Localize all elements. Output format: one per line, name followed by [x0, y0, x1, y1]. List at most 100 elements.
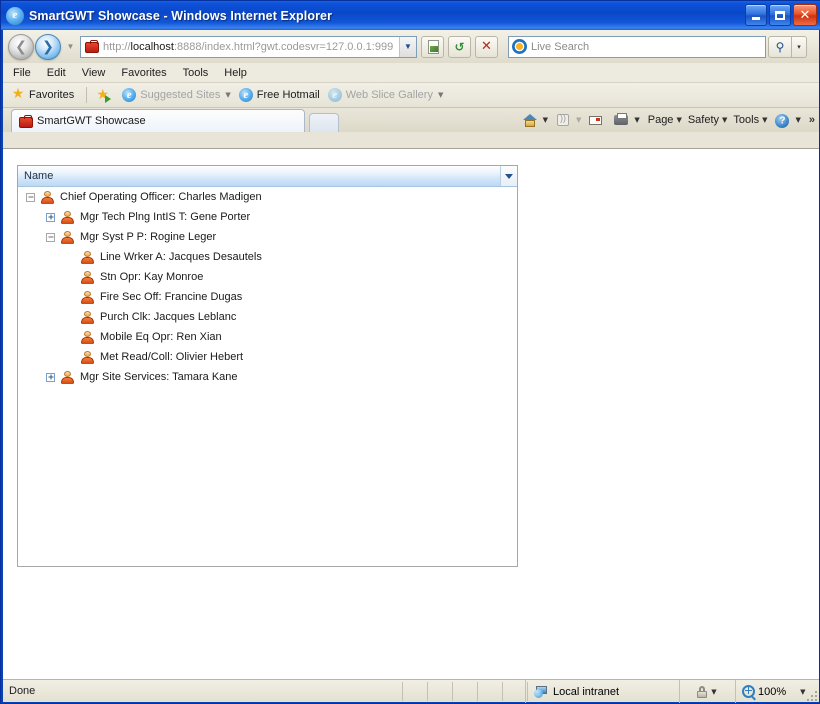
favorites-button[interactable]: ★ Favorites [11, 86, 75, 102]
search-provider-dropdown-icon[interactable]: ▾ [792, 35, 807, 58]
chevron-down-icon[interactable]: ▼ [676, 116, 681, 124]
page-menu-button[interactable]: Page ▼ [648, 114, 686, 126]
security-zone-label: Local intranet [553, 685, 620, 698]
add-to-favorites-bar-button[interactable]: ★ [95, 88, 114, 103]
read-mail-button[interactable] [587, 112, 606, 129]
tree-collapse-icon[interactable] [26, 192, 35, 202]
resize-grip[interactable] [805, 689, 817, 701]
person-icon [80, 250, 95, 265]
search-placeholder: Live Search [531, 40, 590, 53]
menu-item-help[interactable]: Help [224, 66, 256, 80]
tree-row-label: Met Read/Coll: Olivier Hebert [100, 351, 244, 363]
stop-button[interactable]: ✕ [475, 35, 498, 58]
feeds-button[interactable]: ▼ [554, 112, 585, 129]
tree-expand-icon[interactable] [46, 212, 55, 222]
chevron-down-icon[interactable]: ▼ [711, 688, 716, 696]
tree-body: Chief Operating Officer: Charles Madigen… [18, 187, 517, 387]
page-canvas: www.java2s.com Name Chief Operating Offi… [3, 149, 819, 679]
close-button[interactable]: ✕ [793, 4, 817, 26]
tree-row[interactable]: Mgr Site Services: Tamara Kane [18, 367, 517, 387]
maximize-button[interactable] [769, 4, 791, 26]
tree-row-label: Fire Sec Off: Francine Dugas [100, 291, 243, 303]
chevron-down-icon[interactable]: ▼ [634, 116, 639, 124]
chevron-down-icon[interactable]: ▼ [795, 116, 800, 124]
print-button[interactable]: ▼ [612, 112, 643, 129]
chevron-down-icon[interactable]: ▼ [438, 91, 443, 99]
new-tab-button[interactable] [309, 113, 339, 132]
tree-collapse-icon[interactable] [46, 232, 55, 242]
tree-row[interactable]: Met Read/Coll: Olivier Hebert [18, 347, 517, 367]
forward-button[interactable]: ❯ [35, 33, 61, 60]
lock-icon [694, 684, 708, 699]
tab-label: SmartGWT Showcase [37, 115, 146, 127]
help-menu-button[interactable]: ▼ [773, 112, 804, 129]
menu-item-favorites[interactable]: Favorites [121, 66, 175, 80]
refresh-button[interactable]: ↺ [448, 35, 471, 58]
ie-icon [238, 88, 253, 102]
person-icon [60, 210, 75, 225]
chevron-down-icon[interactable]: ▼ [762, 116, 767, 124]
tree-row[interactable]: Stn Opr: Kay Monroe [18, 267, 517, 287]
tree-row-label: Mobile Eq Opr: Ren Xian [100, 331, 222, 343]
tree-row[interactable]: Purch Clk: Jacques Leblanc [18, 307, 517, 327]
bing-icon [512, 39, 527, 54]
command-bar-overflow-icon[interactable]: » [809, 114, 815, 126]
chevron-down-icon[interactable]: ▼ [576, 116, 581, 124]
zoom-level-label: 100% [758, 685, 787, 698]
command-bar: ▼ ▼ ▼ Page ▼ Safety [519, 109, 815, 131]
tree-row[interactable]: Mgr Tech Plng IntIS T: Gene Porter [18, 207, 517, 227]
home-icon [521, 112, 539, 129]
browser-chrome: ❮ ❯ ▼ http://localhost:8888/index.html?g… [3, 30, 819, 149]
tab-favicon-briefcase-icon [18, 114, 33, 128]
column-menu-button[interactable] [500, 166, 517, 186]
tab-smartgwt-showcase[interactable]: SmartGWT Showcase [11, 109, 305, 132]
address-dropdown-icon[interactable]: ▼ [399, 36, 416, 57]
search-input[interactable]: Live Search [508, 35, 766, 58]
magnifier-icon [742, 685, 755, 698]
menu-item-view[interactable]: View [82, 66, 115, 80]
tree-row-label: Stn Opr: Kay Monroe [100, 271, 204, 283]
intranet-globe-icon [534, 685, 549, 699]
tree-row[interactable]: Mgr Syst P P: Rogine Leger [18, 227, 517, 247]
chevron-down-icon[interactable]: ▼ [225, 91, 230, 99]
column-header-name[interactable]: Name [18, 170, 53, 182]
favorites-label: Favorites [29, 89, 75, 101]
menu-bar: File Edit View Favorites Tools Help [3, 63, 819, 83]
star-add-icon: ★ [96, 86, 112, 103]
mail-icon [587, 112, 605, 129]
menu-item-tools[interactable]: Tools [183, 66, 218, 80]
window-title: SmartGWT Showcase - Windows Internet Exp… [29, 8, 333, 23]
tools-menu-button[interactable]: Tools ▼ [733, 114, 771, 126]
fav-item-web-slice-gallery[interactable]: Web Slice Gallery ▼ [327, 88, 443, 102]
address-bar[interactable]: http://localhost:8888/index.html?gwt.cod… [80, 35, 417, 58]
tree-grid: Name Chief Operating Officer: Charles Ma… [17, 165, 518, 567]
person-icon [80, 270, 95, 285]
person-icon [60, 370, 75, 385]
history-dropdown-icon[interactable]: ▼ [64, 42, 77, 51]
safety-menu-button[interactable]: Safety ▼ [688, 114, 732, 126]
fav-item-suggested-sites[interactable]: Suggested Sites ▼ [122, 88, 231, 102]
tree-row[interactable]: Chief Operating Officer: Charles Madigen [18, 187, 517, 207]
fav-item-free-hotmail[interactable]: Free Hotmail [238, 88, 320, 102]
tree-row[interactable]: Line Wrker A: Jacques Desautels [18, 247, 517, 267]
back-button[interactable]: ❮ [8, 33, 34, 60]
tree-row[interactable]: Mobile Eq Opr: Ren Xian [18, 327, 517, 347]
tools-menu-label: Tools [733, 114, 760, 126]
tree-expand-icon[interactable] [46, 372, 55, 382]
person-icon [40, 190, 55, 205]
menu-item-file[interactable]: File [13, 66, 40, 80]
compatibility-view-button[interactable] [421, 35, 444, 58]
home-button[interactable]: ▼ [521, 112, 552, 129]
ie-icon [122, 88, 137, 102]
search-go-button[interactable]: ⚲ [768, 35, 792, 58]
help-icon [773, 112, 791, 129]
chevron-down-icon[interactable]: ▼ [543, 116, 548, 124]
minimize-button[interactable] [745, 4, 767, 26]
ie-logo-icon [6, 6, 24, 25]
chevron-down-icon[interactable]: ▼ [722, 116, 727, 124]
protected-mode-indicator[interactable]: ▼ [679, 680, 735, 703]
star-icon: ★ [11, 86, 25, 102]
security-zone[interactable]: Local intranet [525, 680, 675, 703]
menu-item-edit[interactable]: Edit [47, 66, 75, 80]
tree-row[interactable]: Fire Sec Off: Francine Dugas [18, 287, 517, 307]
